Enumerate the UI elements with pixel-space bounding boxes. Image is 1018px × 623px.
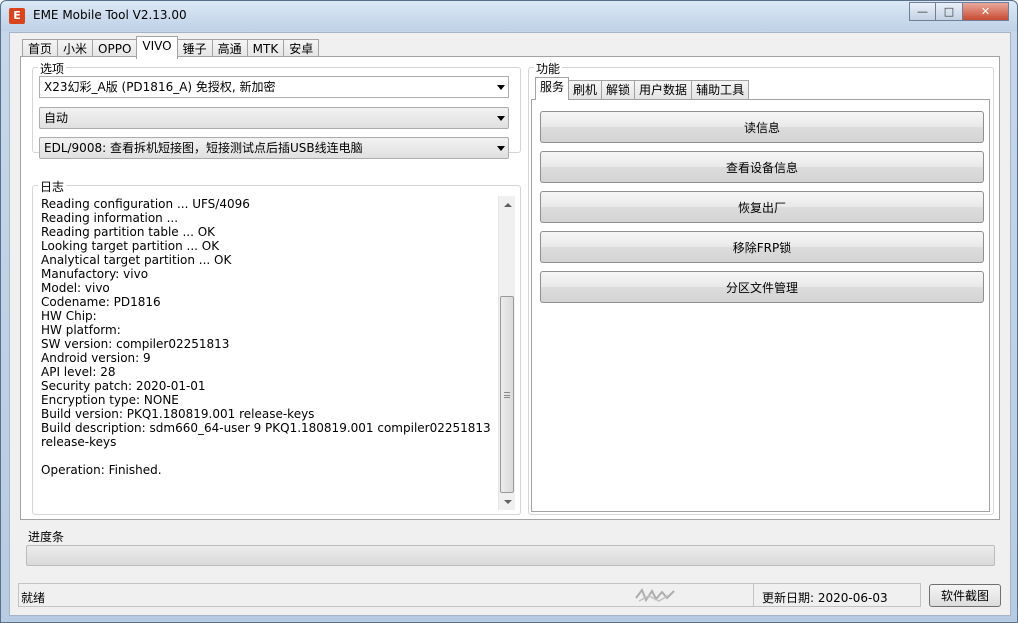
client-area: 首页 小米 OPPO VIVO 锤子 高通 MTK 安卓 选项 X23幻彩_A版… xyxy=(9,32,1011,616)
minimize-button[interactable]: — xyxy=(909,2,936,21)
arrow-up-icon xyxy=(503,202,512,207)
edl-select[interactable]: EDL/9008: 查看拆机短接图，短接测试点后插USB线连电脑 xyxy=(39,137,509,159)
tab-vivo[interactable]: VIVO xyxy=(136,36,178,59)
log-line: SW version: compiler02251813 xyxy=(41,337,230,351)
close-button[interactable]: ✕ xyxy=(963,2,1009,21)
remove-frp-button[interactable]: 移除FRP锁 xyxy=(540,231,984,263)
watermark-logo xyxy=(635,587,675,603)
chevron-down-icon xyxy=(497,146,505,151)
grip-icon xyxy=(504,391,510,398)
service-panel: 读信息 查看设备信息 恢复出厂 移除FRP锁 分区文件管理 xyxy=(531,99,990,512)
screenshot-button[interactable]: 软件截图 xyxy=(929,584,1001,607)
log-line: release-keys xyxy=(41,435,117,449)
scroll-up-button[interactable] xyxy=(499,196,516,213)
log-line: Android version: 9 xyxy=(41,351,151,365)
log-scrollbar[interactable] xyxy=(498,196,515,510)
mode-select[interactable]: 自动 xyxy=(39,107,509,129)
log-output[interactable]: Reading configuration ... UFS/4096 Readin… xyxy=(41,197,503,505)
chevron-down-icon xyxy=(497,116,505,121)
status-text: 就绪 xyxy=(21,591,46,605)
log-line: Build description: sdm660_64-user 9 PKQ1… xyxy=(41,421,491,435)
status-bar: 就绪 更新日期: 2020-06-03 xyxy=(18,583,921,607)
mode-select-value: 自动 xyxy=(44,111,69,125)
model-select[interactable]: X23幻彩_A版 (PD1816_A) 免授权, 新加密 xyxy=(39,76,509,98)
tab-user-data[interactable]: 用户数据 xyxy=(634,80,693,100)
status-separator xyxy=(753,584,754,606)
functions-group: 功能 服务 刷机 解锁 用户数据 辅助工具 读信息 查看设备信息 恢复出厂 移除… xyxy=(528,60,994,515)
chevron-down-icon xyxy=(497,85,505,90)
tab-tools[interactable]: 辅助工具 xyxy=(691,80,750,100)
log-line: Looking target partition ... OK xyxy=(41,239,220,253)
options-label: 选项 xyxy=(38,60,67,77)
window-title: EME Mobile Tool V2.13.00 xyxy=(33,8,187,22)
progress-label: 进度条 xyxy=(28,530,65,544)
maximize-button[interactable]: □ xyxy=(936,2,963,21)
log-line: API level: 28 xyxy=(41,365,116,379)
log-line: Model: vivo xyxy=(41,281,110,295)
log-line: Operation: Finished. xyxy=(41,463,162,477)
log-line: HW platform: xyxy=(41,323,121,337)
progress-bar xyxy=(26,545,995,566)
log-label: 日志 xyxy=(38,178,67,195)
factory-reset-button[interactable]: 恢复出厂 xyxy=(540,191,984,223)
app-logo-icon: E xyxy=(9,8,25,24)
log-line: Reading partition table ... OK xyxy=(41,225,216,239)
scroll-thumb[interactable] xyxy=(500,296,514,493)
log-line: Reading information ... xyxy=(41,211,179,225)
log-line: Analytical target partition ... OK xyxy=(41,253,232,267)
log-line: HW Chip: xyxy=(41,309,97,323)
device-info-button[interactable]: 查看设备信息 xyxy=(540,151,984,183)
log-line: Codename: PD1816 xyxy=(41,295,161,309)
main-tabs: 首页 小米 OPPO VIVO 锤子 高通 MTK 安卓 xyxy=(22,36,320,59)
vivo-tab-panel: 选项 X23幻彩_A版 (PD1816_A) 免授权, 新加密 自动 EDL/9… xyxy=(20,56,1000,520)
scroll-down-button[interactable] xyxy=(499,493,516,510)
log-line: Security patch: 2020-01-01 xyxy=(41,379,206,393)
tab-flash[interactable]: 刷机 xyxy=(568,80,603,100)
function-tabs: 服务 刷机 解锁 用户数据 辅助工具 xyxy=(535,77,750,100)
log-line: Build version: PKQ1.180819.001 release-k… xyxy=(41,407,315,421)
log-group: 日志 Reading configuration ... UFS/4096 Rea… xyxy=(32,178,521,515)
log-line: Manufactory: vivo xyxy=(41,267,149,281)
options-group: 选项 X23幻彩_A版 (PD1816_A) 免授权, 新加密 自动 EDL/9… xyxy=(32,60,521,159)
tab-service[interactable]: 服务 xyxy=(535,77,570,100)
model-select-value: X23幻彩_A版 (PD1816_A) 免授权, 新加密 xyxy=(44,80,276,94)
log-line: Reading configuration ... UFS/4096 xyxy=(41,197,250,211)
partition-manager-button[interactable]: 分区文件管理 xyxy=(540,271,984,303)
tab-unlock[interactable]: 解锁 xyxy=(601,80,636,100)
read-info-button[interactable]: 读信息 xyxy=(540,111,984,143)
window-controls: — □ ✕ xyxy=(909,2,1009,22)
edl-select-value: EDL/9008: 查看拆机短接图，短接测试点后插USB线连电脑 xyxy=(44,141,363,155)
app-window: E EME Mobile Tool V2.13.00 — □ ✕ 首页 小米 O… xyxy=(0,0,1018,623)
arrow-down-icon xyxy=(503,499,512,504)
log-line: Encryption type: NONE xyxy=(41,393,179,407)
title-bar[interactable]: E EME Mobile Tool V2.13.00 — □ ✕ xyxy=(1,1,1017,31)
update-date: 更新日期: 2020-06-03 xyxy=(762,591,888,605)
functions-label: 功能 xyxy=(534,60,563,77)
